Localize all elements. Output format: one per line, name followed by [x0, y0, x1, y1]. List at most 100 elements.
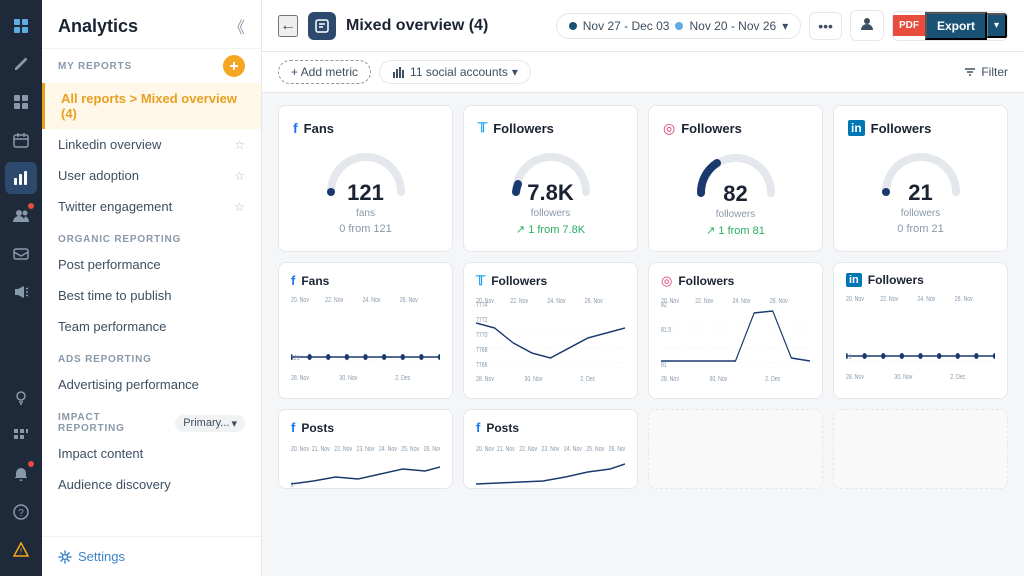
sidebar-item-linkedin-overview[interactable]: Linkedin overview ☆	[42, 129, 261, 160]
metric-sub: followers	[901, 208, 940, 219]
back-button[interactable]: ←	[278, 15, 298, 37]
people-icon[interactable]	[5, 200, 37, 232]
filter-button[interactable]: Filter	[963, 65, 1008, 79]
apps-icon[interactable]	[5, 420, 37, 452]
chart-card-header: in Followers	[846, 273, 995, 287]
svg-text:!: !	[20, 547, 22, 556]
chart-card-instagram-followers: ◎ Followers 20. Nov 22. Nov 24. Nov 26. …	[648, 262, 823, 399]
sidebar-item-twitter-engagement[interactable]: Twitter engagement ☆	[42, 191, 261, 222]
svg-text:24. Nov: 24. Nov	[918, 295, 937, 303]
filterbar-left: + Add metric 11 social accounts ▾	[278, 60, 531, 84]
facebook-posts-icon-2: f	[476, 420, 480, 435]
megaphone-icon[interactable]	[5, 276, 37, 308]
report-title: Mixed overview (4)	[346, 17, 488, 35]
svg-text:26. Nov: 26. Nov	[770, 297, 789, 305]
metric-change: 0 from 21	[897, 223, 943, 235]
gauge-metric-row: f Fans 121 fans 0 from 121 𝕋 Followers	[278, 105, 1008, 252]
calendar-icon[interactable]	[5, 124, 37, 156]
warning-icon[interactable]: !	[5, 534, 37, 566]
gear-icon	[58, 550, 72, 564]
svg-text:26. Nov: 26. Nov	[424, 445, 440, 453]
settings-row[interactable]: Settings	[42, 536, 261, 576]
facebook-icon: f	[293, 120, 298, 136]
metric-card-header: 𝕋 Followers	[478, 120, 623, 136]
more-options-button[interactable]: •••	[809, 12, 842, 40]
svg-text:2. Dec: 2. Dec	[765, 375, 780, 383]
dashboard: f Fans 121 fans 0 from 121 𝕋 Followers	[262, 93, 1024, 576]
secondary-date-dot	[675, 22, 683, 30]
svg-text:28. Nov: 28. Nov	[846, 373, 865, 381]
star-icon: ☆	[234, 200, 245, 214]
date-range-button[interactable]: Nov 27 - Dec 03 Nov 20 - Nov 26 ▾	[556, 13, 801, 39]
impact-dropdown-value: Primary...	[183, 417, 229, 429]
posts-card-2: f Posts 20. Nov 21. Nov 22. Nov 23. Nov …	[463, 409, 638, 489]
bell-icon[interactable]	[5, 458, 37, 490]
bulb-icon[interactable]	[5, 382, 37, 414]
topbar: ← Mixed overview (4) Nov 27 - Dec 03 Nov…	[262, 0, 1024, 52]
analytics-main-icon[interactable]	[5, 162, 37, 194]
settings-label: Settings	[78, 549, 125, 564]
sidebar-item-best-time[interactable]: Best time to publish	[42, 280, 261, 311]
svg-text:24. Nov: 24. Nov	[564, 445, 583, 453]
posts-title: Posts	[486, 421, 519, 435]
sidebar: Analytics 《 MY REPORTS All reports > Mix…	[42, 0, 262, 576]
svg-text:30. Nov: 30. Nov	[524, 375, 543, 383]
twitter-icon: 𝕋	[478, 120, 487, 136]
logo-icon[interactable]	[5, 10, 37, 42]
grid-icon[interactable]	[5, 86, 37, 118]
export-caret-button[interactable]: ▾	[987, 13, 1007, 38]
share-button[interactable]	[850, 10, 884, 41]
compose-icon[interactable]	[5, 48, 37, 80]
sidebar-item-audience-discovery[interactable]: Audience discovery	[42, 469, 261, 500]
chevron-down-icon: ▾	[231, 417, 237, 430]
add-report-button[interactable]	[223, 55, 245, 77]
svg-text:7766: 7766	[476, 361, 488, 369]
svg-text:24. Nov: 24. Nov	[379, 445, 398, 453]
sidebar-collapse-button[interactable]: 《	[229, 14, 245, 38]
svg-text:82: 82	[661, 301, 667, 309]
posts-card-header: f Posts	[291, 420, 440, 435]
impact-dropdown[interactable]: Primary... ▾	[175, 415, 245, 432]
line-chart-row: f Fans 20. Nov 22. Nov 24. Nov 26. Nov 2…	[278, 262, 1008, 399]
svg-text:22. Nov: 22. Nov	[325, 296, 344, 304]
metric-sub: followers	[531, 208, 570, 219]
sidebar-item-user-adoption[interactable]: User adoption ☆	[42, 160, 261, 191]
sidebar-item-label: Post performance	[58, 257, 161, 272]
chart-title: Followers	[678, 274, 734, 288]
svg-text:22. Nov: 22. Nov	[519, 445, 538, 453]
filter-icon	[963, 65, 977, 79]
add-metric-button[interactable]: + Add metric	[278, 60, 371, 84]
sidebar-item-label: Team performance	[58, 319, 166, 334]
export-group: PDF Export ▾	[892, 11, 1008, 41]
metric-card-header: f Fans	[293, 120, 438, 136]
inbox-icon[interactable]	[5, 238, 37, 270]
linkedin-followers-chart: 20. Nov 22. Nov 24. Nov 26. Nov 28. Nov …	[846, 291, 995, 381]
export-button[interactable]: Export	[925, 12, 987, 40]
sidebar-item-team-performance[interactable]: Team performance	[42, 311, 261, 342]
sidebar-item-label: Advertising performance	[58, 377, 199, 392]
facebook-fans-chart: 20. Nov 22. Nov 24. Nov 26. Nov 28. Nov …	[291, 292, 440, 382]
svg-text:2. Dec: 2. Dec	[950, 373, 965, 381]
sidebar-item-post-performance[interactable]: Post performance	[42, 249, 261, 280]
chart-title: Followers	[868, 273, 924, 287]
filter-label: Filter	[981, 65, 1008, 79]
chart-title: Fans	[301, 274, 329, 288]
sidebar-item-advertising[interactable]: Advertising performance	[42, 369, 261, 400]
filterbar: + Add metric 11 social accounts ▾ Filter	[262, 52, 1024, 93]
sidebar-item-label: Linkedin overview	[58, 137, 161, 152]
help-icon[interactable]: ?	[5, 496, 37, 528]
svg-text:25. Nov: 25. Nov	[586, 445, 605, 453]
sidebar-item-impact-content[interactable]: Impact content	[42, 438, 261, 469]
accounts-button[interactable]: 11 social accounts ▾	[379, 60, 531, 84]
sidebar-item-mixed-overview[interactable]: All reports > Mixed overview (4)	[42, 83, 261, 129]
instagram-chart-icon: ◎	[661, 273, 672, 289]
svg-text:21. Nov: 21. Nov	[497, 445, 516, 453]
svg-text:24. Nov: 24. Nov	[548, 297, 567, 305]
chart-card-header: f Fans	[291, 273, 440, 288]
svg-text:22. Nov: 22. Nov	[334, 445, 353, 453]
organic-section-label: ORGANIC REPORTING	[42, 222, 261, 249]
svg-text:121: 121	[291, 354, 300, 362]
metric-sub: followers	[716, 209, 755, 220]
metric-change: ↗ 1 from 7.8K	[516, 223, 585, 236]
twitter-chart-icon: 𝕋	[476, 273, 485, 289]
